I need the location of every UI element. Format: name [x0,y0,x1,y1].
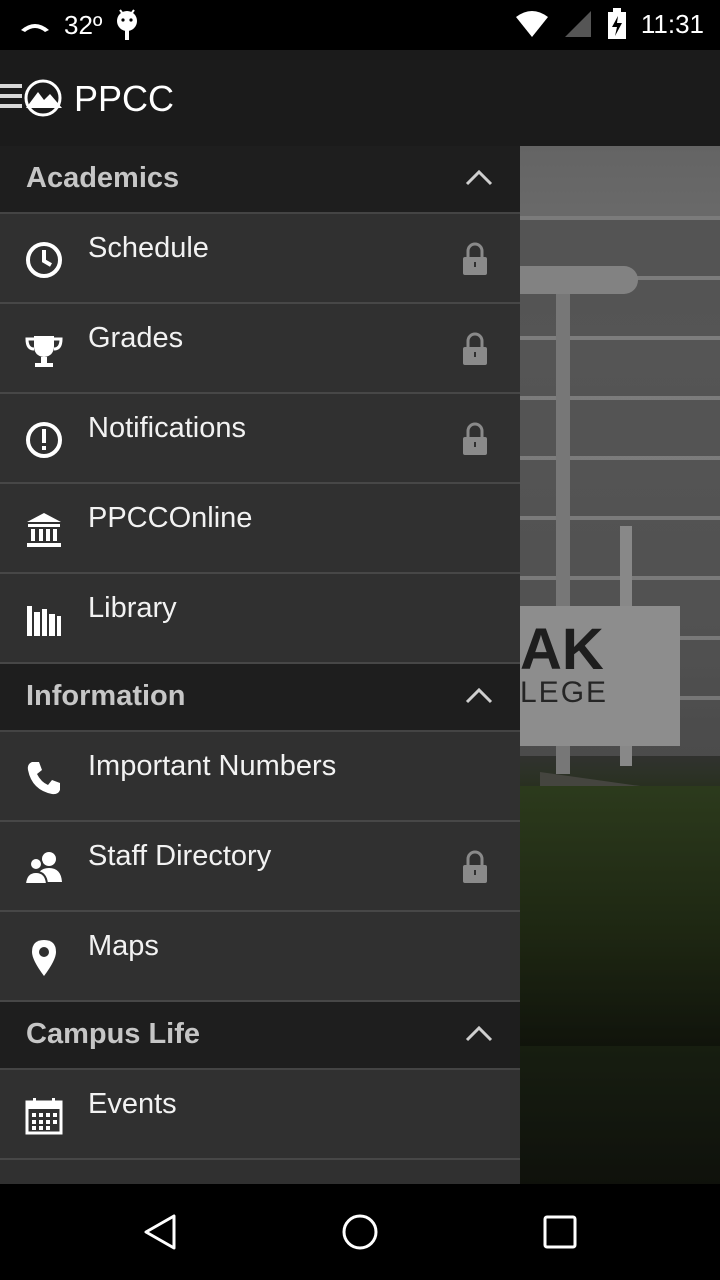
lock-icon [463,850,487,883]
system-nav-bar [0,1184,720,1280]
temperature-text: 32º [64,9,103,40]
drawer-item-library[interactable]: Library [0,574,520,664]
wifi-icon [515,11,548,37]
back-icon[interactable] [140,1212,180,1252]
section-header-campus-life[interactable]: Campus Life [0,1002,520,1070]
drawer-item-schedule[interactable]: Schedule [0,214,520,304]
lock-icon [463,422,487,455]
chevron-up-icon[interactable] [464,1022,494,1044]
drawer-item-maps[interactable]: Maps [0,912,520,1002]
ppcc-mountain-logo[interactable] [22,78,64,118]
drawer-item-label: Maps [88,930,159,962]
trophy-icon [25,336,63,367]
clock-icon [26,242,62,278]
drawer-item-label: Events [88,1088,177,1120]
section-title: Academics [26,162,180,194]
drawer-item-important-numbers[interactable]: Important Numbers [0,732,520,822]
home-icon[interactable] [340,1212,380,1252]
hamburger-icon[interactable] [0,84,22,114]
drawer-item-label: PPCCOnline [88,502,253,534]
section-header-information[interactable]: Information [0,664,520,732]
android-debug-icon [117,9,138,40]
drawer-item-events[interactable]: Events [0,1070,520,1160]
drawer-item-partial[interactable] [0,1160,520,1184]
chevron-up-icon[interactable] [464,684,494,706]
drawer-item-label: Schedule [88,232,209,264]
drawer-item-label: Staff Directory [88,840,272,872]
status-left: 32º [18,8,140,42]
institution-icon [27,513,61,547]
drawer-item-staff-directory[interactable]: Staff Directory [0,822,520,912]
battery-charging-icon [607,8,626,39]
map-pin-icon [32,940,56,976]
section-title: Information [26,680,186,712]
lock-icon [463,242,487,275]
status-bar: 32º 11:31 [0,0,720,50]
drawer-item-notifications[interactable]: Notifications [0,394,520,484]
cell-signal-icon [564,11,591,37]
app-title[interactable]: PPCC [74,78,174,120]
books-icon [27,606,61,636]
status-right: 11:31 [515,8,704,40]
drawer-item-label: Notifications [88,412,246,444]
recents-icon[interactable] [540,1212,580,1252]
navigation-drawer: Academics Schedule Grades Notifications … [0,146,520,1184]
section-title: Campus Life [26,1018,201,1050]
drawer-item-grades[interactable]: Grades [0,304,520,394]
weather-icon [21,24,49,32]
drawer-item-ppcconline[interactable]: PPCCOnline [0,484,520,574]
app-bar: PPCC [0,50,720,146]
people-icon [24,852,62,885]
phone-icon [27,762,60,795]
lock-icon [463,332,487,365]
campus-background-image: AK LEGE [520,146,720,1184]
clock-text: 11:31 [640,8,704,39]
alert-circle-icon [26,422,62,458]
chevron-up-icon[interactable] [464,166,494,188]
drawer-item-label: Library [88,592,177,624]
drawer-item-label: Grades [88,322,184,354]
section-header-academics[interactable]: Academics [0,146,520,214]
calendar-icon [25,1098,63,1135]
drawer-item-label: Important Numbers [88,750,337,782]
